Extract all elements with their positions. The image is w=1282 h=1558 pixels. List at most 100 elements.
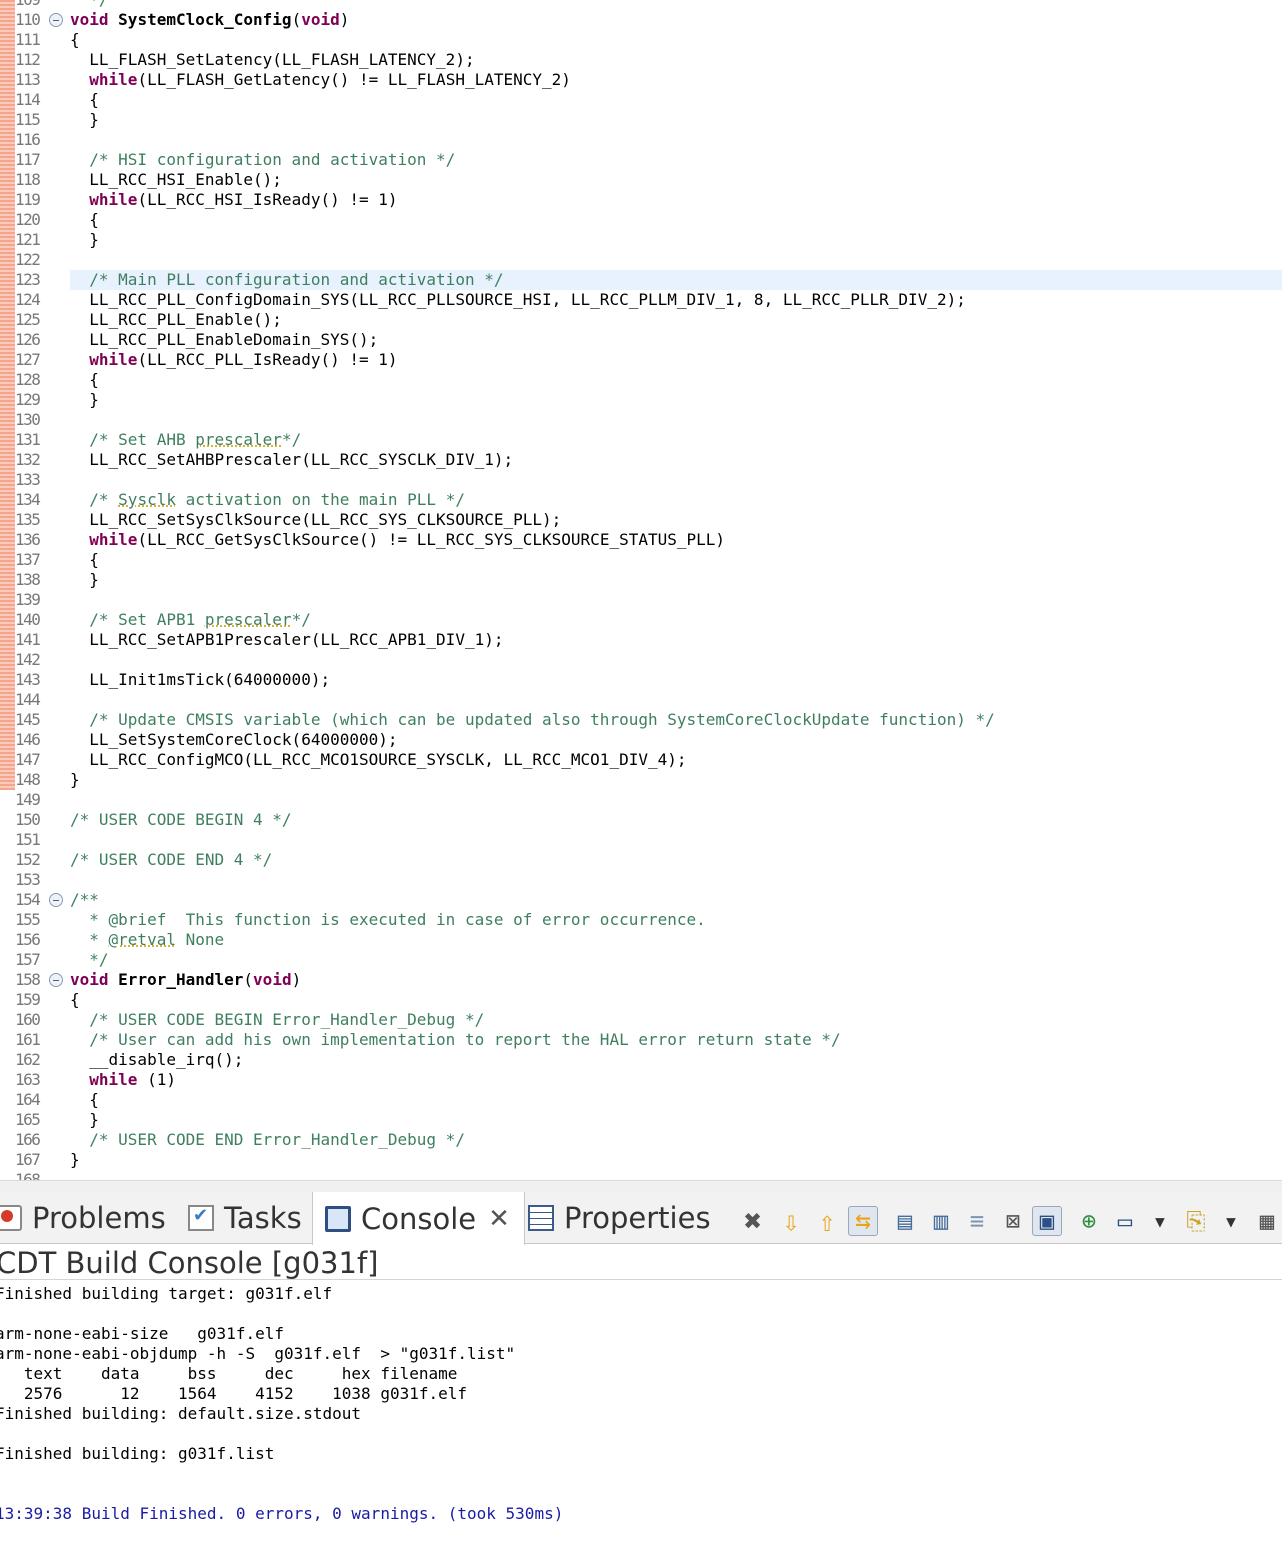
code-line[interactable]: 142 (0, 650, 1282, 670)
code-line[interactable]: 136 while(LL_RCC_GetSysClkSource() != LL… (0, 530, 1282, 550)
console-output[interactable]: Finished building target: g031f.elf arm-n… (0, 1284, 1282, 1524)
code-text[interactable]: { (70, 210, 99, 230)
code-text[interactable]: __disable_irq(); (70, 1050, 243, 1070)
code-text[interactable]: /* Update CMSIS variable (which can be u… (70, 710, 994, 730)
code-text[interactable]: } (70, 110, 99, 130)
code-line[interactable]: 166 /* USER CODE END Error_Handler_Debug… (0, 1130, 1282, 1150)
code-text[interactable]: * @retval None (70, 930, 224, 950)
code-text[interactable]: /* USER CODE BEGIN Error_Handler_Debug *… (70, 1010, 484, 1030)
code-text[interactable]: LL_RCC_PLL_Enable(); (70, 310, 282, 330)
code-text[interactable]: LL_RCC_PLL_ConfigDomain_SYS(LL_RCC_PLLSO… (70, 290, 966, 310)
code-text[interactable]: { (70, 990, 80, 1010)
code-text[interactable]: */ (70, 950, 108, 970)
code-text[interactable]: { (70, 30, 80, 50)
code-line[interactable]: 139 (0, 590, 1282, 610)
code-line[interactable]: 164 { (0, 1090, 1282, 1110)
code-line[interactable]: 124 LL_RCC_PLL_ConfigDomain_SYS(LL_RCC_P… (0, 290, 1282, 310)
close-icon[interactable]: ✕ (488, 1204, 510, 1234)
code-text[interactable]: /* USER CODE END 4 */ (70, 850, 272, 870)
code-text[interactable]: while(LL_FLASH_GetLatency() != LL_FLASH_… (70, 70, 571, 90)
code-text[interactable]: while(LL_RCC_HSI_IsReady() != 1) (70, 190, 397, 210)
code-line[interactable]: 115 } (0, 110, 1282, 130)
show-console-on-output-icon[interactable]: ▤ (890, 1206, 920, 1236)
code-line[interactable]: 133 (0, 470, 1282, 490)
display-selected-console-icon[interactable]: ▣ (1032, 1206, 1062, 1236)
code-line[interactable]: 126 LL_RCC_PLL_EnableDomain_SYS(); (0, 330, 1282, 350)
tab-problems[interactable]: Problems (0, 1192, 166, 1244)
code-line[interactable]: 157 */ (0, 950, 1282, 970)
terminate-icon[interactable]: ✖ (738, 1204, 768, 1239)
code-line[interactable]: 123 /* Main PLL configuration and activa… (0, 270, 1282, 290)
code-line[interactable]: 143 LL_Init1msTick(64000000); (0, 670, 1282, 690)
code-line[interactable]: 120 { (0, 210, 1282, 230)
code-text[interactable]: } (70, 1110, 99, 1130)
code-text[interactable]: LL_RCC_PLL_EnableDomain_SYS(); (70, 330, 378, 350)
code-text[interactable]: { (70, 550, 99, 570)
code-line[interactable]: 137 { (0, 550, 1282, 570)
code-text[interactable]: /* Sysclk activation on the main PLL */ (70, 490, 465, 510)
scroll-lock-icon[interactable]: ⇆ (848, 1206, 878, 1236)
code-line[interactable]: 118 LL_RCC_HSI_Enable(); (0, 170, 1282, 190)
more-icon[interactable]: ▦ (1252, 1206, 1282, 1236)
code-text[interactable]: LL_RCC_SetAPB1Prescaler(LL_RCC_APB1_DIV_… (70, 630, 503, 650)
clear-console-icon[interactable]: ⊠ (998, 1206, 1028, 1236)
code-line[interactable]: 151 (0, 830, 1282, 850)
code-line[interactable]: 135 LL_RCC_SetSysClkSource(LL_RCC_SYS_CL… (0, 510, 1282, 530)
code-line[interactable]: 122 (0, 250, 1282, 270)
fold-collapse-icon[interactable] (49, 13, 63, 27)
code-editor[interactable]: 109 */110void SystemClock_Config(void)11… (0, 0, 1282, 1180)
panel-sash[interactable] (0, 1180, 1282, 1192)
code-text[interactable]: } (70, 570, 99, 590)
code-text[interactable]: } (70, 770, 80, 790)
code-line[interactable]: 147 LL_RCC_ConfigMCO(LL_RCC_MCO1SOURCE_S… (0, 750, 1282, 770)
code-line[interactable]: 113 while(LL_FLASH_GetLatency() != LL_FL… (0, 70, 1282, 90)
code-text[interactable]: /* Set APB1 prescaler*/ (70, 610, 311, 630)
code-text[interactable]: /* USER CODE BEGIN 4 */ (70, 810, 292, 830)
code-line[interactable]: 159 { (0, 990, 1282, 1010)
code-text[interactable]: } (70, 230, 99, 250)
code-line[interactable]: 119 while(LL_RCC_HSI_IsReady() != 1) (0, 190, 1282, 210)
code-line[interactable]: 130 (0, 410, 1282, 430)
tab-tasks[interactable]: Tasks (188, 1192, 302, 1244)
code-line[interactable]: 150 /* USER CODE BEGIN 4 */ (0, 810, 1282, 830)
code-line[interactable]: 138 } (0, 570, 1282, 590)
code-line[interactable]: 155 * @brief This function is executed i… (0, 910, 1282, 930)
code-text[interactable]: void Error_Handler(void) (70, 970, 301, 990)
code-line[interactable]: 163 while (1) (0, 1070, 1282, 1090)
code-line[interactable]: 134 /* Sysclk activation on the main PLL… (0, 490, 1282, 510)
code-line[interactable]: 149 (0, 790, 1282, 810)
code-text[interactable]: * @brief This function is executed in ca… (70, 910, 706, 930)
code-text[interactable]: } (70, 1150, 80, 1170)
code-line[interactable]: 145 /* Update CMSIS variable (which can … (0, 710, 1282, 730)
fold-collapse-icon[interactable] (49, 973, 63, 987)
code-text[interactable]: while(LL_RCC_GetSysClkSource() != LL_RCC… (70, 530, 725, 550)
code-text[interactable]: { (70, 1090, 99, 1110)
open-file-icon[interactable]: ⎘ (1181, 1206, 1211, 1236)
code-line[interactable]: 154 /** (0, 890, 1282, 910)
code-line[interactable]: 111 { (0, 30, 1282, 50)
code-text[interactable]: } (70, 390, 99, 410)
tab-console[interactable]: Console ✕ (312, 1192, 525, 1245)
word-wrap-icon[interactable]: ≡ (962, 1206, 992, 1236)
code-line[interactable]: 144 (0, 690, 1282, 710)
code-text[interactable]: /* Set AHB prescaler*/ (70, 430, 301, 450)
tab-properties[interactable]: Properties (528, 1192, 711, 1244)
open-console-icon[interactable]: ⊕ (1074, 1206, 1104, 1236)
view-menu-chevron-icon[interactable]: ▼ (1216, 1206, 1246, 1236)
code-line[interactable]: 152 /* USER CODE END 4 */ (0, 850, 1282, 870)
code-line[interactable]: 132 LL_RCC_SetAHBPrescaler(LL_RCC_SYSCLK… (0, 450, 1282, 470)
pin-icon[interactable]: ▥ (926, 1206, 956, 1236)
code-text[interactable]: LL_RCC_SetAHBPrescaler(LL_RCC_SYSCLK_DIV… (70, 450, 513, 470)
code-line[interactable]: 127 while(LL_RCC_PLL_IsReady() != 1) (0, 350, 1282, 370)
code-line[interactable]: 162 __disable_irq(); (0, 1050, 1282, 1070)
code-line[interactable]: 128 { (0, 370, 1282, 390)
code-text[interactable]: /* USER CODE END Error_Handler_Debug */ (70, 1130, 465, 1150)
code-line[interactable]: 168 (0, 1170, 1282, 1180)
code-text[interactable]: LL_RCC_HSI_Enable(); (70, 170, 282, 190)
code-line[interactable]: 140 /* Set APB1 prescaler*/ (0, 610, 1282, 630)
code-line[interactable]: 141 LL_RCC_SetAPB1Prescaler(LL_RCC_APB1_… (0, 630, 1282, 650)
code-line[interactable]: 114 { (0, 90, 1282, 110)
dropdown-chevron-icon[interactable]: ▼ (1145, 1206, 1175, 1236)
code-line[interactable]: 161 /* User can add his own implementati… (0, 1030, 1282, 1050)
code-line[interactable]: 112 LL_FLASH_SetLatency(LL_FLASH_LATENCY… (0, 50, 1282, 70)
